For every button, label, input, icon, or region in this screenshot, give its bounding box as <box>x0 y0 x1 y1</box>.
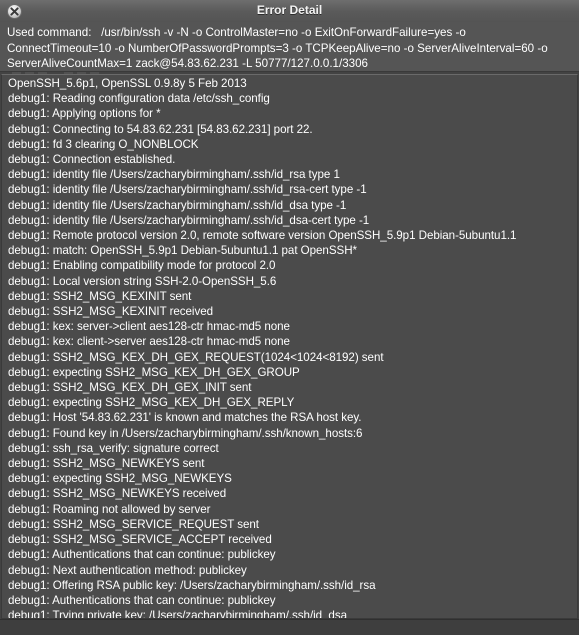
log-line: debug1: identity file /Users/zacharybirm… <box>8 183 367 197</box>
used-command-text: Used command: /usr/bin/ssh -v -N -o Cont… <box>7 25 572 72</box>
log-line: debug1: identity file /Users/zacharybirm… <box>8 168 340 182</box>
log-line: debug1: SSH2_MSG_KEX_DH_GEX_REQUEST(1024… <box>8 350 384 364</box>
log-line: debug1: kex: server->client aes128-ctr h… <box>8 320 290 334</box>
log-line: debug1: ssh_rsa_verify: signature correc… <box>8 441 219 455</box>
used-command-label: Used command: <box>7 26 92 39</box>
log-line: debug1: fd 3 clearing O_NONBLOCK <box>8 137 199 151</box>
log-line: debug1: SSH2_MSG_NEWKEYS received <box>8 487 227 501</box>
log-line: debug1: Trying private key: /Users/zacha… <box>8 609 347 619</box>
log-line: debug1: expecting SSH2_MSG_KEX_DH_GEX_GR… <box>8 365 300 379</box>
error-detail-titlebar: Error Detail <box>0 0 579 23</box>
log-line: debug1: expecting SSH2_MSG_KEX_DH_GEX_RE… <box>8 396 295 410</box>
log-line: debug1: Reading configuration data /etc/… <box>8 92 270 106</box>
app-root: Connecting Enter connection details belo… <box>0 0 579 635</box>
log-line: debug1: match: OpenSSH_5.9p1 Debian-5ubu… <box>8 244 357 258</box>
log-line: debug1: Enabling compatibility mode for … <box>8 259 276 273</box>
log-line: debug1: Connecting to 54.83.62.231 [54.8… <box>8 122 313 136</box>
log-line: debug1: Host '54.83.62.231' is known and… <box>8 411 362 425</box>
log-line: debug1: identity file /Users/zacharybirm… <box>8 213 370 227</box>
log-line: debug1: SSH2_MSG_KEXINIT received <box>8 305 213 319</box>
log-line: debug1: identity file /Users/zacharybirm… <box>8 198 347 212</box>
used-command-panel: Used command: /usr/bin/ssh -v -N -o Cont… <box>0 22 579 72</box>
log-line: debug1: Next authentication method: publ… <box>8 563 247 577</box>
log-line: debug1: SSH2_MSG_SERVICE_REQUEST sent <box>8 517 259 531</box>
log-line: debug1: kex: client->server aes128-ctr h… <box>8 335 290 349</box>
log-line: debug1: Remote protocol version 2.0, rem… <box>8 229 517 243</box>
log-line: debug1: expecting SSH2_MSG_NEWKEYS <box>8 472 232 486</box>
log-line: debug1: Local version string SSH-2.0-Ope… <box>8 274 277 288</box>
log-line: debug1: Roaming not allowed by server <box>8 502 211 516</box>
log-line: debug1: SSH2_MSG_NEWKEYS sent <box>8 457 205 471</box>
log-line: debug1: Offering RSA public key: /Users/… <box>8 578 376 592</box>
log-line: debug1: Connection established. <box>8 153 176 167</box>
log-line: debug1: Applying options for * <box>8 107 161 121</box>
error-detail-sheet: Error Detail Used command: /usr/bin/ssh … <box>0 0 579 635</box>
log-line: debug1: SSH2_MSG_KEX_DH_GEX_INIT sent <box>8 381 252 395</box>
error-detail-footer <box>0 619 579 635</box>
log-line: debug1: Authentications that can continu… <box>8 548 276 562</box>
log-line: OpenSSH_5.6p1, OpenSSL 0.9.8y 5 Feb 2013 <box>8 77 247 90</box>
error-detail-title: Error Detail <box>256 3 323 17</box>
log-line: debug1: SSH2_MSG_KEXINIT sent <box>8 289 192 303</box>
log-line: debug1: SSH2_MSG_SERVICE_ACCEPT received <box>8 533 272 547</box>
log-line: debug1: Authentications that can continu… <box>8 593 276 607</box>
ssh-log-output[interactable]: OpenSSH_5.6p1, OpenSSL 0.9.8y 5 Feb 2013… <box>1 74 578 619</box>
log-line: debug1: Found key in /Users/zacharybirmi… <box>8 426 363 440</box>
